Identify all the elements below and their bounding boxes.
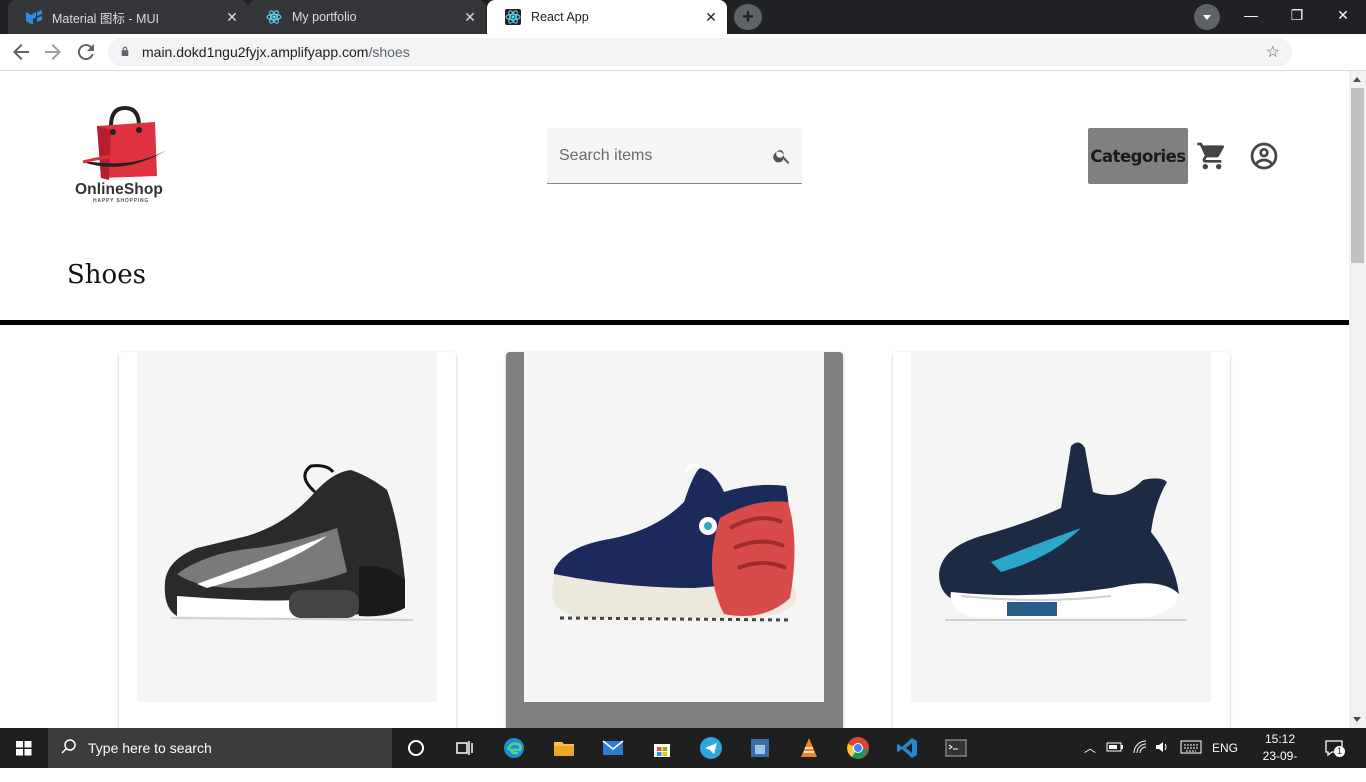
product-card[interactable]	[119, 352, 456, 728]
volume-icon[interactable]	[1154, 739, 1170, 755]
address-bar[interactable]: main.dokd1ngu2fyjx.amplifyapp.com/shoes …	[108, 38, 1292, 66]
telegram-icon[interactable]	[699, 736, 723, 760]
product-image[interactable]	[524, 352, 824, 702]
tab-label: Material 图标 - MUI	[52, 11, 159, 26]
notification-center-icon[interactable]: 1	[1324, 738, 1345, 758]
reload-icon[interactable]	[74, 40, 98, 64]
chrome-icon[interactable]	[846, 736, 870, 760]
product-image[interactable]	[137, 352, 437, 702]
tab-material-mui[interactable]: Material 图标 - MUI ✕	[8, 0, 248, 34]
search-icon	[61, 739, 76, 754]
product-image[interactable]	[911, 352, 1211, 702]
scrollbar-thumb[interactable]	[1351, 88, 1364, 263]
wifi-icon[interactable]	[1132, 739, 1148, 755]
clock-date: 23-09-2021	[1262, 749, 1298, 780]
windows-start-icon[interactable]	[0, 728, 48, 768]
sneaker-image	[939, 442, 1187, 621]
task-view-icon[interactable]	[452, 736, 476, 760]
browser-tab-strip: Material 图标 - MUI ✕ My portfolio ✕ React…	[0, 0, 1366, 34]
scroll-down-icon[interactable]	[1353, 717, 1361, 722]
forward-arrow-icon[interactable]	[41, 40, 65, 64]
logo-text[interactable]: OnlineShop	[75, 181, 163, 199]
battery-icon[interactable]	[1106, 741, 1124, 753]
language-indicator[interactable]: ENG	[1212, 741, 1238, 755]
keyboard-icon[interactable]	[1180, 740, 1202, 754]
account-circle-icon[interactable]	[1248, 140, 1280, 172]
tab-my-portfolio[interactable]: My portfolio ✕	[248, 0, 486, 34]
tab-react-app[interactable]: React App ✕	[487, 0, 727, 34]
restore-icon[interactable]: ❐	[1274, 0, 1320, 30]
back-arrow-icon[interactable]	[9, 40, 33, 64]
taskbar-search-box[interactable]: Type here to search	[48, 728, 392, 768]
search-input[interactable]	[559, 145, 759, 167]
sneaker-image	[164, 464, 414, 621]
react-logo-icon	[505, 9, 521, 25]
new-tab-button[interactable]: +	[734, 4, 762, 30]
close-tab-icon[interactable]: ✕	[224, 9, 240, 25]
product-card[interactable]	[506, 352, 843, 728]
file-explorer-icon[interactable]	[552, 736, 576, 760]
tab-label: My portfolio	[292, 10, 357, 24]
lock-icon	[121, 46, 129, 56]
windows-taskbar: Type here to search ︿ ENG 15:12 23-09-20…	[0, 728, 1366, 780]
tab-label: React App	[531, 10, 589, 24]
web-page: OnlineShop HAPPY SHOPPING Categories Sho…	[0, 71, 1349, 728]
shopping-cart-icon[interactable]	[1196, 140, 1228, 172]
url-text: main.dokd1ngu2fyjx.amplifyapp.com/shoes	[142, 44, 410, 60]
page-scrollbar[interactable]	[1349, 71, 1366, 728]
url-path: /shoes	[368, 44, 410, 60]
search-box[interactable]	[547, 128, 802, 184]
browser-toolbar: main.dokd1ngu2fyjx.amplifyapp.com/shoes …	[0, 34, 1366, 96]
scroll-up-icon[interactable]	[1353, 77, 1361, 82]
url-domain: main.dokd1ngu2fyjx.amplifyapp.com	[142, 44, 369, 60]
bookmark-star-icon[interactable]: ☆	[1266, 42, 1280, 62]
logo-tagline: HAPPY SHOPPING	[93, 198, 150, 204]
cortana-icon[interactable]	[404, 736, 428, 760]
clock-time: 15:12	[1264, 732, 1296, 746]
taskbar-search-placeholder: Type here to search	[88, 740, 212, 756]
close-tab-icon[interactable]: ✕	[462, 9, 478, 25]
section-divider	[0, 320, 1349, 325]
page-title: Shoes	[67, 260, 146, 290]
microsoft-store-icon[interactable]	[650, 736, 674, 760]
terminal-icon[interactable]	[944, 736, 968, 760]
app-icon[interactable]	[748, 736, 772, 760]
close-tab-icon[interactable]: ✕	[703, 9, 719, 25]
minimize-icon[interactable]: —	[1228, 0, 1274, 30]
close-window-icon[interactable]: ✕	[1320, 0, 1366, 30]
tab-search-icon[interactable]	[1194, 4, 1220, 30]
system-clock[interactable]: 15:12 23-09-2021	[1250, 731, 1310, 782]
mui-logo-icon	[26, 9, 42, 25]
categories-button[interactable]: Categories	[1088, 128, 1188, 184]
notification-badge: 1	[1334, 746, 1345, 757]
product-card[interactable]	[893, 352, 1230, 728]
mail-icon[interactable]	[601, 736, 625, 760]
edge-browser-icon[interactable]	[502, 736, 526, 760]
vscode-icon[interactable]	[895, 736, 919, 760]
vlc-icon[interactable]	[797, 736, 821, 760]
sneaker-image	[552, 463, 797, 622]
react-logo-icon	[266, 9, 282, 25]
chevron-up-icon[interactable]: ︿	[1084, 739, 1096, 756]
search-icon[interactable]	[772, 146, 792, 166]
